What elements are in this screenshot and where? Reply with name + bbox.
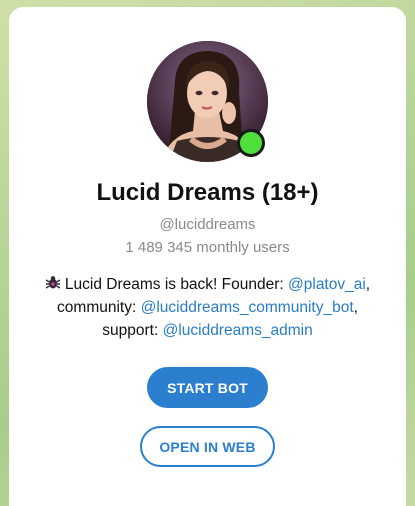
bot-profile-card: Lucid Dreams (18+) @luciddreams 1 489 34…	[9, 7, 406, 506]
description-punct-1: ,	[365, 276, 371, 293]
bot-description: Lucid Dreams is back! Founder: @platov_a…	[9, 273, 406, 342]
description-line-1: Lucid Dreams is back! Founder: @platov_a…	[9, 273, 406, 296]
community-link[interactable]: @luciddreams_community_bot	[141, 299, 354, 316]
open-in-web-button[interactable]: OPEN IN WEB	[140, 426, 275, 467]
description-line-2: community: @luciddreams_community_bot,	[9, 296, 406, 319]
start-bot-button[interactable]: START BOT	[147, 367, 268, 408]
description-text-2: community:	[57, 299, 141, 316]
support-link[interactable]: @luciddreams_admin	[163, 322, 313, 339]
monthly-users-count: 1 489 345 monthly users	[125, 239, 290, 256]
online-status-indicator	[237, 129, 265, 157]
description-text-3: support:	[102, 322, 163, 339]
bot-title: Lucid Dreams (18+)	[96, 179, 319, 206]
founder-link[interactable]: @platov_ai	[288, 276, 366, 293]
description-punct-2: ,	[353, 299, 358, 316]
description-text-1: Lucid Dreams is back! Founder:	[64, 276, 289, 293]
avatar-container	[147, 41, 268, 162]
description-line-3: support: @luciddreams_admin	[9, 319, 406, 342]
bug-icon	[45, 276, 61, 289]
bot-handle: @luciddreams	[159, 216, 256, 233]
